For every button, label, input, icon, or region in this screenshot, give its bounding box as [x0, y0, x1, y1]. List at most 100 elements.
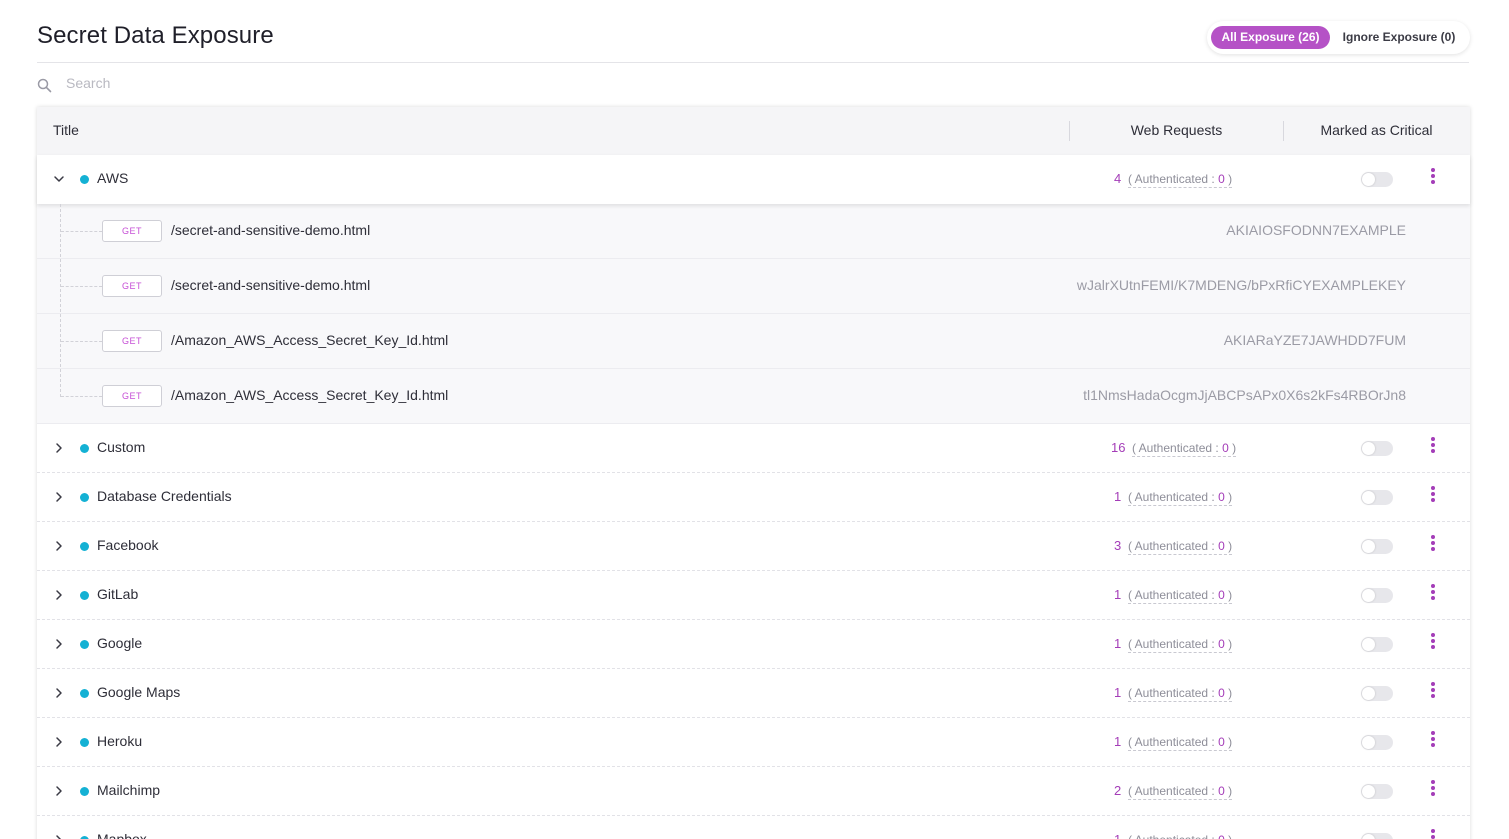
title-divider	[37, 62, 1469, 63]
critical-toggle[interactable]	[1361, 441, 1393, 456]
table-row[interactable]: Mapbox 1 ( Authenticated : 0 )	[37, 816, 1470, 839]
critical-toggle[interactable]	[1361, 172, 1393, 187]
authenticated-count[interactable]: ( Authenticated : 0 )	[1128, 172, 1233, 188]
authenticated-value: 0	[1218, 833, 1225, 839]
tab-ignore-exposure[interactable]: Ignore Exposure (0)	[1337, 26, 1461, 49]
critical-toggle[interactable]	[1361, 490, 1393, 505]
more-options-icon[interactable]	[1427, 535, 1439, 555]
authenticated-value: 0	[1218, 637, 1225, 651]
authenticated-count[interactable]: ( Authenticated : 0 )	[1128, 637, 1233, 653]
method-badge[interactable]: GET	[102, 220, 162, 242]
secret-value: tl1NmsHadaOcgmJjABCPsAPx0X6s2kFs4RBOrJn8	[1083, 387, 1406, 403]
more-options-icon[interactable]	[1427, 682, 1439, 702]
authenticated-count[interactable]: ( Authenticated : 0 )	[1128, 784, 1233, 800]
authenticated-count[interactable]: ( Authenticated : 0 )	[1128, 588, 1233, 604]
more-options-icon[interactable]	[1427, 437, 1439, 457]
column-header-marked-critical: Marked as Critical	[1320, 122, 1433, 138]
more-options-icon[interactable]	[1427, 731, 1439, 751]
method-badge[interactable]: GET	[102, 275, 162, 297]
chevron-right-icon[interactable]	[53, 589, 65, 601]
table-row[interactable]: Mailchimp 2 ( Authenticated : 0 )	[37, 767, 1470, 816]
authenticated-value: 0	[1218, 784, 1225, 798]
secret-value: AKIARaYZE7JAWHDD7FUM	[1223, 332, 1406, 348]
web-request-count[interactable]: 2	[1114, 783, 1121, 798]
table-row[interactable]: Heroku 1 ( Authenticated : 0 )	[37, 718, 1470, 767]
critical-toggle[interactable]	[1361, 784, 1393, 799]
status-dot	[80, 640, 89, 649]
web-request-count[interactable]: 3	[1114, 538, 1121, 553]
critical-toggle[interactable]	[1361, 539, 1393, 554]
critical-toggle[interactable]	[1361, 735, 1393, 750]
request-row: GET/Amazon_AWS_Access_Secret_Key_Id.html…	[37, 314, 1470, 369]
web-request-count[interactable]: 1	[1114, 587, 1121, 602]
more-options-icon[interactable]	[1427, 584, 1439, 604]
authenticated-value: 0	[1218, 172, 1225, 186]
authenticated-count[interactable]: ( Authenticated : 0 )	[1128, 490, 1233, 506]
chevron-right-icon[interactable]	[53, 834, 65, 839]
chevron-right-icon[interactable]	[53, 540, 65, 552]
web-request-count[interactable]: 1	[1114, 636, 1121, 651]
web-request-count[interactable]: 1	[1114, 489, 1121, 504]
status-dot	[80, 787, 89, 796]
table-row[interactable]: Google 1 ( Authenticated : 0 )	[37, 620, 1470, 669]
more-options-icon[interactable]	[1427, 829, 1439, 839]
critical-toggle[interactable]	[1361, 686, 1393, 701]
more-options-icon[interactable]	[1427, 780, 1439, 800]
category-name: Google	[97, 635, 143, 651]
request-path[interactable]: /secret-and-sensitive-demo.html	[171, 222, 370, 238]
web-request-count[interactable]: 16	[1111, 440, 1125, 455]
authenticated-value: 0	[1218, 588, 1225, 602]
exposure-table: Title Web Requests Marked as Critical AW…	[37, 107, 1470, 839]
category-name: Heroku	[97, 733, 143, 749]
tree-line	[60, 204, 61, 397]
tab-all-exposure[interactable]: All Exposure (26)	[1211, 26, 1330, 49]
request-row: GET/secret-and-sensitive-demo.html wJalrX…	[37, 259, 1470, 314]
table-row[interactable]: Google Maps 1 ( Authenticated : 0 )	[37, 669, 1470, 718]
chevron-right-icon[interactable]	[53, 442, 65, 454]
web-request-count[interactable]: 1	[1114, 734, 1121, 749]
request-path[interactable]: /secret-and-sensitive-demo.html	[171, 277, 370, 293]
chevron-right-icon[interactable]	[53, 785, 65, 797]
tree-connector	[61, 341, 102, 342]
search-input[interactable]	[66, 72, 666, 94]
chevron-right-icon[interactable]	[53, 491, 65, 503]
authenticated-count[interactable]: ( Authenticated : 0 )	[1128, 539, 1233, 555]
request-path[interactable]: /Amazon_AWS_Access_Secret_Key_Id.html	[171, 332, 448, 348]
web-request-count[interactable]: 1	[1114, 685, 1121, 700]
table-row[interactable]: AWS 4 ( Authenticated : 0 )	[37, 155, 1470, 204]
secret-value: wJalrXUtnFEMI/K7MDENG/bPxRfiCYEXAMPLEKEY	[1076, 277, 1406, 293]
page-title: Secret Data Exposure	[37, 22, 274, 49]
status-dot	[80, 493, 89, 502]
table-row[interactable]: GitLab 1 ( Authenticated : 0 )	[37, 571, 1470, 620]
more-options-icon[interactable]	[1427, 633, 1439, 653]
method-badge[interactable]: GET	[102, 385, 162, 407]
critical-toggle[interactable]	[1361, 833, 1393, 839]
authenticated-count[interactable]: ( Authenticated : 0 )	[1128, 686, 1233, 702]
tree-connector	[61, 396, 102, 397]
request-path[interactable]: /Amazon_AWS_Access_Secret_Key_Id.html	[171, 387, 448, 403]
status-dot	[80, 542, 89, 551]
table-row[interactable]: Facebook 3 ( Authenticated : 0 )	[37, 522, 1470, 571]
web-request-count[interactable]: 1	[1114, 832, 1121, 839]
authenticated-count[interactable]: ( Authenticated : 0 )	[1128, 833, 1232, 839]
chevron-right-icon[interactable]	[53, 638, 65, 650]
authenticated-value: 0	[1218, 539, 1225, 553]
category-name: Database Credentials	[97, 488, 232, 504]
more-options-icon[interactable]	[1427, 168, 1439, 188]
table-row[interactable]: Custom 16 ( Authenticated : 0 )	[37, 424, 1470, 473]
chevron-right-icon[interactable]	[53, 736, 65, 748]
critical-toggle[interactable]	[1361, 588, 1393, 603]
critical-toggle[interactable]	[1361, 637, 1393, 652]
chevron-down-icon[interactable]	[53, 173, 65, 185]
table-row[interactable]: Database Credentials 1 ( Authenticated : 0…	[37, 473, 1470, 522]
authenticated-count[interactable]: ( Authenticated : 0 )	[1132, 441, 1237, 457]
chevron-right-icon[interactable]	[53, 687, 65, 699]
web-request-count[interactable]: 4	[1114, 171, 1121, 186]
method-badge[interactable]: GET	[102, 330, 162, 352]
request-row: GET/Amazon_AWS_Access_Secret_Key_Id.html…	[37, 369, 1470, 424]
column-header-title: Title	[53, 122, 79, 138]
table-header: Title Web Requests Marked as Critical	[37, 107, 1470, 155]
more-options-icon[interactable]	[1427, 486, 1439, 506]
status-dot	[80, 689, 89, 698]
authenticated-count[interactable]: ( Authenticated : 0 )	[1128, 735, 1233, 751]
